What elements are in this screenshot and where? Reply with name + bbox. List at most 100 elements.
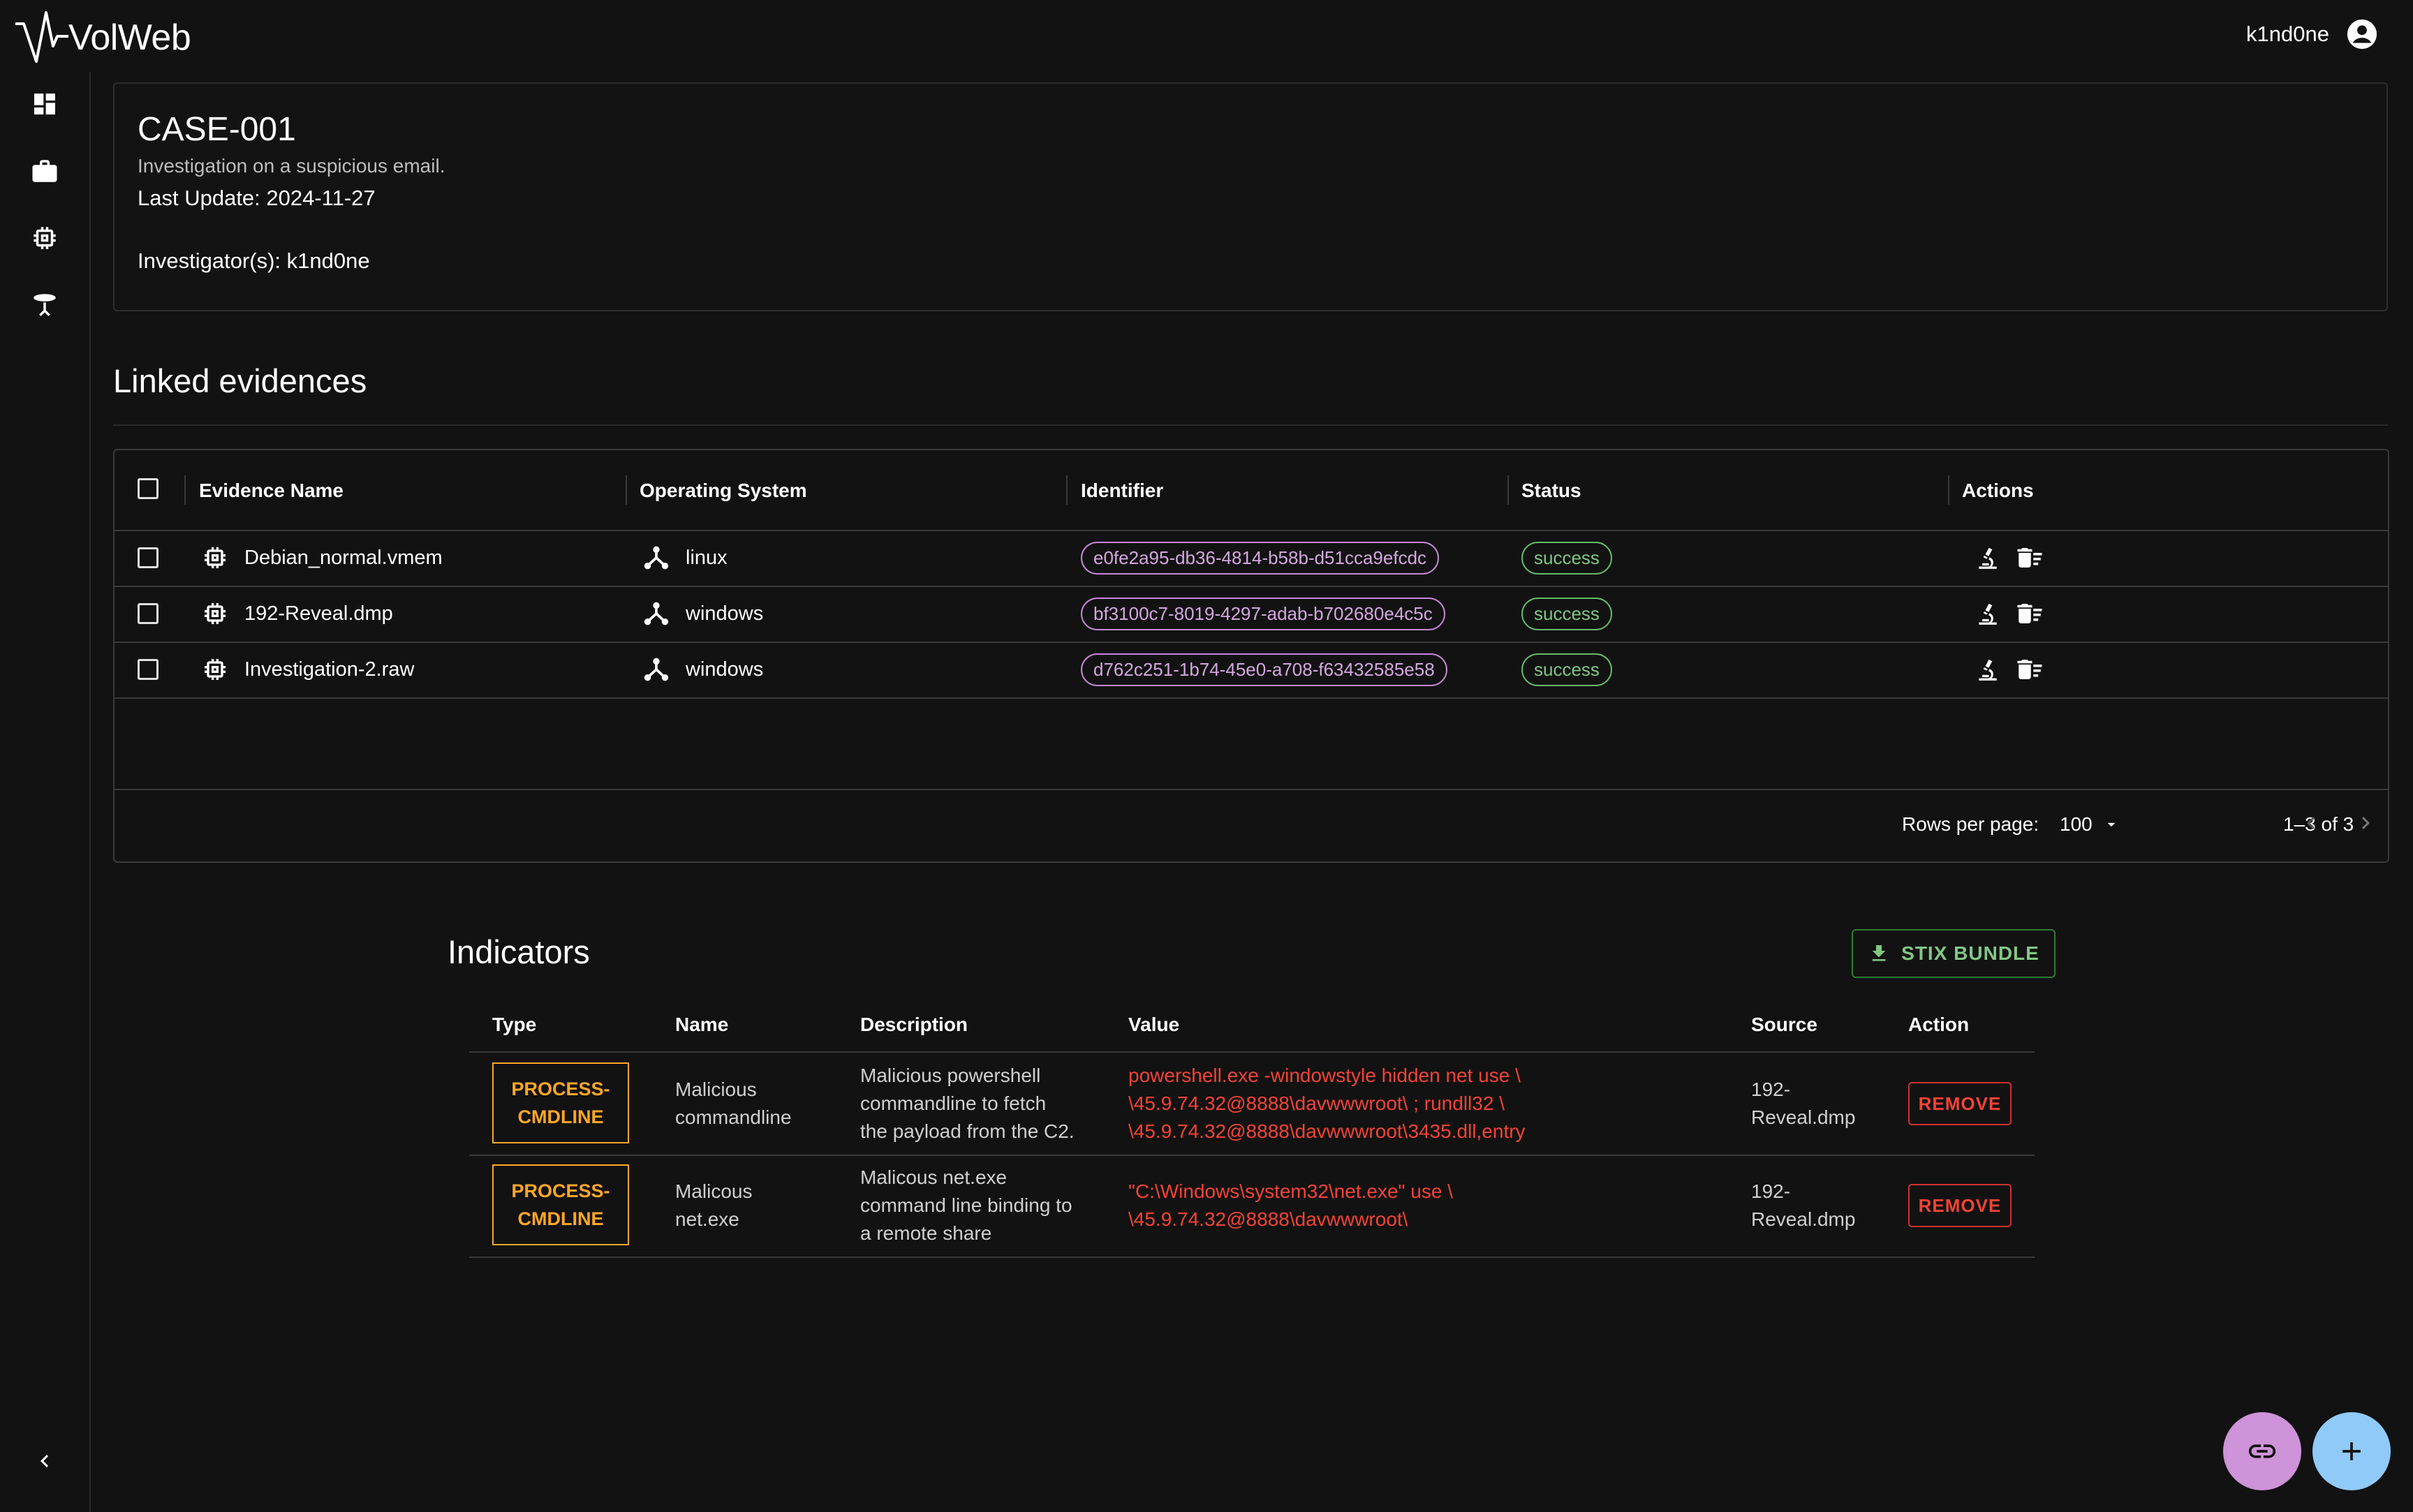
value-line: \45.9.74.32@8888\davwwwroot\3435.dll,ent…	[1128, 1120, 1526, 1142]
app-logo[interactable]: VolWeb	[13, 8, 191, 67]
evidence-name: Debian_normal.vmem	[244, 546, 443, 569]
chevron-left-icon[interactable]	[28, 1444, 61, 1478]
row-checkbox[interactable]	[138, 603, 158, 624]
case-description: Investigation on a suspicious email.	[138, 155, 445, 177]
evidence-table: Evidence Name Operating System Identifie…	[113, 449, 2389, 863]
indicator-value: powershell.exe -windowstyle hidden net u…	[1128, 1062, 1526, 1146]
divider	[113, 424, 2388, 426]
value-line: \45.9.74.32@8888\davwwwroot\ ; rundll32 …	[1128, 1092, 1505, 1114]
link-evidence-fab[interactable]	[2223, 1412, 2301, 1490]
evidence-row[interactable]: Investigation-2.raw windows d762c251-1b7…	[115, 642, 2388, 699]
indicator-description: Malicous net.exe command line binding to…	[860, 1164, 1072, 1247]
download-icon	[1872, 945, 1886, 961]
operating-system: windows	[686, 658, 764, 681]
source-line: Reveal.dmp	[1751, 1208, 1856, 1230]
indicator-name: Malicious commandline	[675, 1076, 792, 1132]
next-page-icon[interactable]	[2353, 810, 2378, 836]
user-name: k1nd0ne	[2246, 22, 2329, 46]
column-header-actions[interactable]: Actions	[1962, 480, 2034, 502]
column-header-operating-system[interactable]: Operating System	[640, 480, 807, 502]
select-all-checkbox[interactable]	[138, 478, 158, 499]
delete-sweep-icon[interactable]	[2015, 599, 2044, 628]
remove-button[interactable]: REMOVE	[1908, 1082, 2012, 1125]
name-line: net.exe	[675, 1208, 739, 1230]
value-line: \45.9.74.32@8888\davwwwroot\	[1128, 1208, 1408, 1230]
description-line: a remote share	[860, 1222, 992, 1244]
column-separator	[1507, 475, 1509, 505]
rows-per-page-value: 100	[2060, 813, 2093, 835]
column-separator	[184, 475, 186, 505]
antenna-icon[interactable]	[28, 288, 61, 322]
case-title: CASE-001	[138, 111, 296, 148]
column-header-action: Action	[1908, 1014, 1970, 1035]
briefcase-icon[interactable]	[28, 154, 61, 188]
type-line: PROCESS-	[511, 1180, 610, 1201]
account-circle-icon[interactable]	[2346, 18, 2378, 50]
identifier-chip[interactable]: e0fe2a95-db36-4814-b58b-d51cca9efcdc	[1081, 541, 1440, 575]
os-hub-icon	[644, 602, 669, 625]
stix-bundle-button[interactable]: STIX BUNDLE	[1852, 929, 2056, 978]
case-last-update: Last Update: 2024-11-27	[138, 186, 376, 210]
microscope-icon[interactable]	[1975, 600, 2001, 627]
previous-page-icon[interactable]	[2298, 810, 2324, 836]
status-badge: success	[1521, 541, 1612, 575]
microscope-icon[interactable]	[1975, 656, 2001, 683]
source-line: 192-	[1751, 1079, 1791, 1100]
user-menu[interactable]: k1nd0ne	[2246, 18, 2378, 50]
name-line: Malicous	[675, 1180, 753, 1202]
indicator-value: "C:\Windows\system32\net.exe" use \ \45.…	[1128, 1178, 1453, 1233]
column-separator	[1066, 475, 1068, 505]
description-line: Malicous net.exe	[860, 1166, 1008, 1188]
column-header-description: Description	[860, 1014, 968, 1035]
column-header-status[interactable]: Status	[1521, 480, 1581, 502]
description-line: command line binding to	[860, 1194, 1072, 1216]
evidence-name: 192-Reveal.dmp	[244, 602, 393, 625]
volweb-logo-icon	[15, 11, 68, 63]
evidence-name: Investigation-2.raw	[244, 658, 415, 681]
indicators-title: Indicators	[448, 933, 590, 970]
memory-chip-icon	[205, 603, 226, 624]
indicator-source: 192- Reveal.dmp	[1751, 1076, 1855, 1132]
evidence-row[interactable]: Debian_normal.vmem linux e0fe2a95-db36-4…	[115, 530, 2388, 587]
name-line: Malicious	[675, 1079, 757, 1100]
name-line: commandline	[675, 1106, 792, 1128]
delete-sweep-icon[interactable]	[2015, 655, 2044, 684]
caret-down-icon	[2107, 822, 2116, 827]
identifier-chip[interactable]: d762c251-1b74-45e0-a708-f63432585e58	[1081, 653, 1447, 686]
evidence-row[interactable]: 192-Reveal.dmp windows bf3100c7-8019-429…	[115, 586, 2388, 643]
memory-chip-icon[interactable]	[28, 221, 61, 255]
description-line: the payload from the C2.	[860, 1120, 1075, 1142]
app-name: VolWeb	[68, 17, 191, 58]
status-badge: success	[1521, 597, 1612, 630]
remove-button[interactable]: REMOVE	[1908, 1184, 2012, 1227]
column-separator	[1948, 475, 1949, 505]
type-line: CMDLINE	[517, 1208, 604, 1229]
description-line: Malicious powershell	[860, 1065, 1041, 1086]
microscope-icon[interactable]	[1975, 544, 2001, 571]
os-hub-icon	[644, 658, 669, 681]
delete-sweep-icon[interactable]	[2015, 543, 2044, 572]
description-line: commandline to fetch	[860, 1092, 1047, 1114]
row-checkbox[interactable]	[138, 659, 158, 680]
rows-per-page-select[interactable]: 100	[2060, 813, 2120, 836]
sidebar	[0, 72, 91, 1512]
column-header-identifier[interactable]: Identifier	[1081, 480, 1163, 502]
add-fab[interactable]	[2312, 1412, 2391, 1490]
operating-system: windows	[686, 602, 764, 625]
top-bar: VolWeb k1nd0ne	[0, 0, 2413, 72]
column-header-evidence-name[interactable]: Evidence Name	[199, 480, 344, 502]
dashboard-icon[interactable]	[28, 87, 61, 121]
indicator-type-badge: PROCESS- CMDLINE	[492, 1164, 629, 1245]
row-checkbox[interactable]	[138, 547, 158, 568]
os-hub-icon	[644, 546, 669, 570]
indicator-row: PROCESS- CMDLINE Malicous net.exe Malicou…	[469, 1155, 2035, 1258]
indicator-source: 192- Reveal.dmp	[1751, 1178, 1855, 1233]
value-line: "C:\Windows\system32\net.exe" use \	[1128, 1180, 1453, 1202]
identifier-chip[interactable]: bf3100c7-8019-4297-adab-b702680e4c5c	[1081, 597, 1445, 630]
indicator-name: Malicous net.exe	[675, 1178, 752, 1233]
operating-system: linux	[686, 546, 728, 569]
column-separator	[626, 475, 627, 505]
type-line: CMDLINE	[517, 1106, 604, 1127]
case-investigators: Investigator(s): k1nd0ne	[138, 249, 370, 273]
memory-chip-icon	[205, 547, 226, 568]
